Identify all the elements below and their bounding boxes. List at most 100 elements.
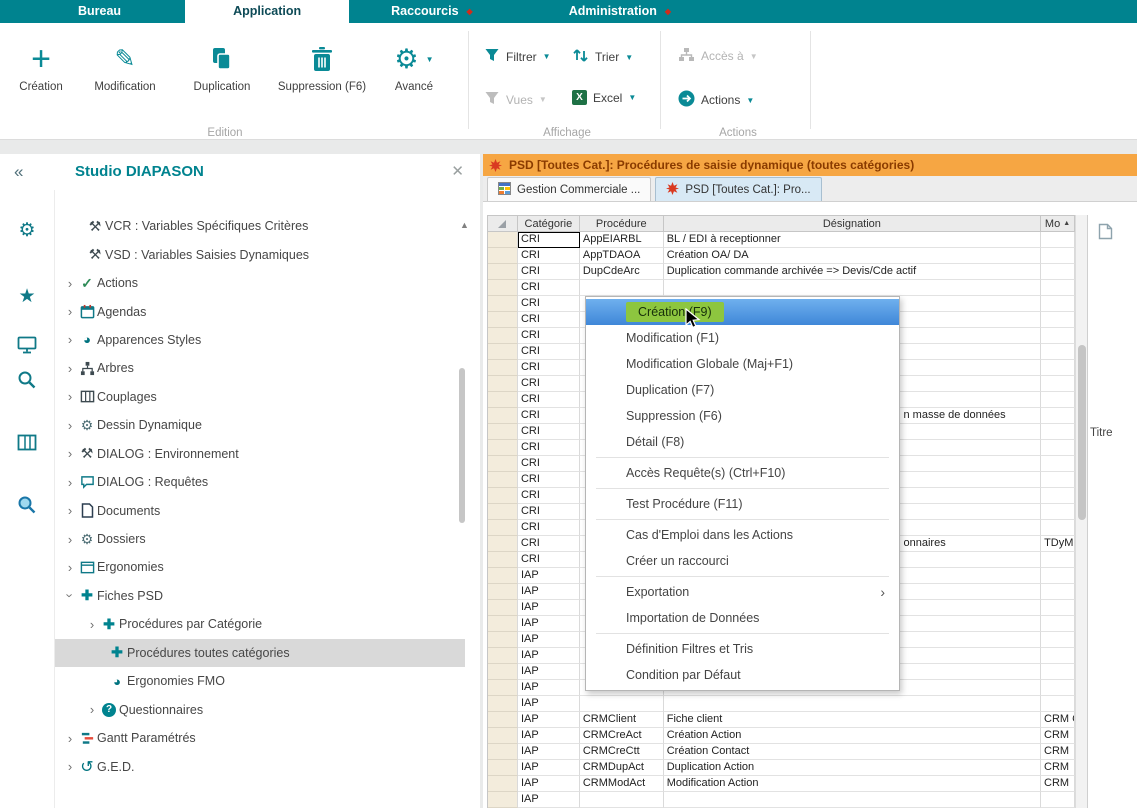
column-header-mo[interactable]: Mo▲	[1041, 216, 1075, 231]
row-selector[interactable]	[488, 360, 518, 376]
cell-mo[interactable]: CRM	[1041, 744, 1075, 760]
tree-item-proc-dures-par-cat-gorie[interactable]: ›✚Procédures par Catégorie	[55, 610, 465, 638]
trier-button[interactable]: Trier▼	[572, 47, 633, 67]
row-selector[interactable]	[488, 696, 518, 712]
suppression-button[interactable]: Suppression (F6)	[272, 37, 372, 94]
cell-categorie[interactable]: CRI	[518, 488, 580, 504]
cell-mo[interactable]	[1041, 664, 1075, 680]
chevron-right-icon[interactable]: ›	[63, 475, 77, 490]
cell-mo[interactable]	[1041, 488, 1075, 504]
row-selector[interactable]	[488, 328, 518, 344]
row-selector[interactable]	[488, 728, 518, 744]
cell-categorie[interactable]: IAP	[518, 568, 580, 584]
menu-item-suppression-f6[interactable]: Suppression (F6)	[586, 403, 899, 429]
tree-item-agendas[interactable]: ›Agendas	[55, 297, 465, 325]
menu-item-d-finition-filtres-et-tris[interactable]: Définition Filtres et Tris	[586, 636, 899, 662]
cell-procedure[interactable]: AppTDAOA	[580, 248, 664, 264]
chevron-right-icon[interactable]: ›	[63, 304, 77, 319]
chevron-right-icon[interactable]: ›	[63, 446, 77, 461]
row-selector[interactable]	[488, 744, 518, 760]
cell-categorie[interactable]: IAP	[518, 632, 580, 648]
cell-mo[interactable]: CRM	[1041, 776, 1075, 792]
cell-mo[interactable]	[1041, 616, 1075, 632]
row-selector[interactable]	[488, 232, 518, 248]
cell-mo[interactable]	[1041, 376, 1075, 392]
cell-categorie[interactable]: CRI	[518, 456, 580, 472]
cell-procedure[interactable]: CRMCreAct	[580, 728, 664, 744]
cell-mo[interactable]: CRM	[1041, 760, 1075, 776]
row-selector[interactable]	[488, 248, 518, 264]
cell-categorie[interactable]: CRI	[518, 424, 580, 440]
cell-categorie[interactable]: IAP	[518, 584, 580, 600]
row-selector[interactable]	[488, 616, 518, 632]
star-icon[interactable]: ★	[18, 284, 35, 308]
excel-button[interactable]: X Excel▼	[572, 90, 636, 105]
cell-categorie[interactable]: IAP	[518, 712, 580, 728]
tree-item-dialog-requ-tes[interactable]: ›DIALOG : Requêtes	[55, 468, 465, 496]
row-selector[interactable]	[488, 376, 518, 392]
table-row[interactable]: CRI	[488, 280, 1075, 296]
duplication-button[interactable]: Duplication	[178, 37, 266, 94]
cell-categorie[interactable]: IAP	[518, 696, 580, 712]
chevron-right-icon[interactable]: ›	[63, 759, 77, 774]
table-row[interactable]: IAPCRMModActModification ActionCRM	[488, 776, 1075, 792]
cell-categorie[interactable]: CRI	[518, 472, 580, 488]
menu-tab-raccourcis[interactable]: Raccourcis◆	[363, 0, 501, 23]
cell-mo[interactable]	[1041, 312, 1075, 328]
tree-item-questionnaires[interactable]: ›?Questionnaires	[55, 695, 465, 723]
menu-tab-bureau[interactable]: Bureau	[50, 0, 149, 23]
cell-categorie[interactable]: CRI	[518, 296, 580, 312]
menu-item-modification-globale-maj-f1[interactable]: Modification Globale (Maj+F1)	[586, 351, 899, 377]
menu-item-acc-s-requ-te-s-ctrl-f10[interactable]: Accès Requête(s) (Ctrl+F10)	[586, 460, 899, 486]
menu-item-condition-par-d-faut[interactable]: Condition par Défaut	[586, 662, 899, 688]
cell-categorie[interactable]: CRI	[518, 232, 580, 248]
cell-procedure[interactable]: CRMModAct	[580, 776, 664, 792]
cell-categorie[interactable]: IAP	[518, 664, 580, 680]
cell-categorie[interactable]: CRI	[518, 520, 580, 536]
table-row[interactable]: CRIDupCdeArcDuplication commande archivé…	[488, 264, 1075, 280]
vues-button[interactable]: Vues▼	[484, 90, 547, 109]
actions-button[interactable]: Actions▼	[678, 90, 754, 110]
row-selector[interactable]	[488, 600, 518, 616]
cell-categorie[interactable]: CRI	[518, 504, 580, 520]
cell-categorie[interactable]: CRI	[518, 344, 580, 360]
grid-icon[interactable]	[17, 431, 37, 455]
cell-designation[interactable]: BL / EDI à receptionner	[664, 232, 1041, 248]
menu-item-cr-ation-f9[interactable]: Création (F9)	[586, 299, 899, 325]
menu-item-exportation[interactable]: Exportation›	[586, 579, 899, 605]
column-header-procedure[interactable]: Procédure	[580, 216, 664, 231]
cell-mo[interactable]	[1041, 520, 1075, 536]
cell-categorie[interactable]: CRI	[518, 376, 580, 392]
row-selector[interactable]	[488, 280, 518, 296]
cell-designation[interactable]	[664, 792, 1041, 808]
cell-mo[interactable]	[1041, 680, 1075, 696]
menu-item-importation-de-donn-es[interactable]: Importation de Données	[586, 605, 899, 631]
cell-mo[interactable]	[1041, 296, 1075, 312]
menu-item-d-tail-f8[interactable]: Détail (F8)	[586, 429, 899, 455]
menu-item-duplication-f7[interactable]: Duplication (F7)	[586, 377, 899, 403]
grid-scrollbar-thumb[interactable]	[1078, 345, 1086, 520]
tree-item-dossiers[interactable]: ›⚙Dossiers	[55, 525, 465, 553]
select-all-cell[interactable]	[488, 216, 518, 231]
tree-item-vsd-variables-saisies-dynamiques[interactable]: ⚒VSD : Variables Saisies Dynamiques	[55, 240, 465, 268]
chevron-right-icon[interactable]: ›	[63, 332, 77, 347]
cell-mo[interactable]	[1041, 504, 1075, 520]
cell-categorie[interactable]: CRI	[518, 408, 580, 424]
tree-item-proc-dures-toutes-cat-gories[interactable]: ✚Procédures toutes catégories	[55, 639, 465, 667]
cell-categorie[interactable]: IAP	[518, 776, 580, 792]
close-icon[interactable]: ✕	[451, 162, 464, 180]
dropdown-arrow-icon[interactable]: ▼	[426, 55, 434, 64]
row-selector[interactable]	[488, 488, 518, 504]
row-selector[interactable]	[488, 568, 518, 584]
collapse-icon[interactable]: «	[14, 162, 23, 182]
avance-button[interactable]: ⚙▼ Avancé	[378, 37, 450, 94]
cell-categorie[interactable]: CRI	[518, 312, 580, 328]
cell-mo[interactable]	[1041, 552, 1075, 568]
table-row[interactable]: CRIAppTDAOACréation OA/ DA	[488, 248, 1075, 264]
cell-designation[interactable]: Modification Action	[664, 776, 1041, 792]
cell-categorie[interactable]: IAP	[518, 616, 580, 632]
grid-scrollbar[interactable]	[1075, 215, 1087, 808]
row-selector[interactable]	[488, 264, 518, 280]
cell-mo[interactable]	[1041, 248, 1075, 264]
row-selector[interactable]	[488, 680, 518, 696]
